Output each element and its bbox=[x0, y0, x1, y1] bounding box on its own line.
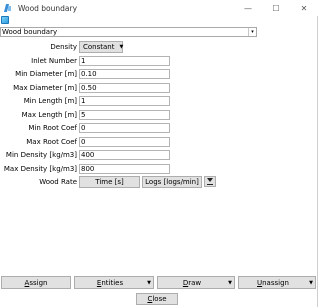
max-length-label: Max Length [m] bbox=[21, 111, 77, 119]
draw-button[interactable]: Draw ▼ bbox=[157, 276, 235, 289]
draw-label: raw bbox=[188, 278, 202, 287]
unassign-button[interactable]: Unassign ▼ bbox=[238, 276, 316, 289]
min-root-coef-label: Min Root Coef bbox=[28, 124, 77, 132]
maximize-button[interactable]: ☐ bbox=[262, 0, 290, 16]
chevron-down-icon[interactable]: ▼ bbox=[145, 280, 153, 286]
entities-label: ntities bbox=[101, 278, 124, 287]
min-density-label: Min Density [kg/m3] bbox=[5, 151, 77, 159]
boundary-selector-value: Wood boundary bbox=[2, 28, 58, 36]
minimize-button[interactable]: — bbox=[234, 0, 262, 16]
close-button[interactable]: Close bbox=[136, 293, 178, 305]
close-window-button[interactable]: ✕ bbox=[290, 0, 318, 16]
max-diameter-label: Max Diameter [m] bbox=[13, 84, 77, 92]
density-label: Density bbox=[50, 43, 77, 51]
toolbar bbox=[0, 16, 318, 25]
boundary-selector[interactable]: Wood boundary ▾ bbox=[0, 27, 257, 37]
chevron-down-icon[interactable]: ▼ bbox=[307, 280, 315, 286]
window-title: Wood boundary bbox=[18, 3, 78, 13]
max-length-input[interactable]: 5 bbox=[79, 110, 170, 120]
max-root-coef-input[interactable]: 0 bbox=[79, 137, 170, 147]
time-button[interactable]: Time [s] bbox=[79, 176, 140, 188]
min-diameter-input[interactable]: 0.10 bbox=[79, 69, 170, 79]
min-length-label: Min Length [m] bbox=[23, 97, 77, 105]
dropdown-arrow-icon[interactable]: ▾ bbox=[248, 28, 256, 36]
min-diameter-label: Min Diameter [m] bbox=[15, 70, 77, 78]
assign-button[interactable]: Assign bbox=[1, 276, 71, 289]
assign-label: ssign bbox=[29, 278, 48, 287]
inlet-number-input[interactable]: 1 bbox=[79, 56, 170, 66]
density-value: Constant bbox=[83, 43, 115, 51]
window-border bbox=[317, 16, 318, 307]
density-select[interactable]: Constant ▼ bbox=[79, 41, 123, 53]
title-bar: Wood boundary — ☐ ✕ bbox=[0, 0, 318, 16]
window-controls: — ☐ ✕ bbox=[234, 0, 318, 16]
max-diameter-input[interactable]: 0.50 bbox=[79, 83, 170, 93]
unassign-label: nassign bbox=[262, 278, 289, 287]
chevron-down-icon[interactable]: ▼ bbox=[226, 280, 234, 286]
download-button[interactable] bbox=[204, 176, 216, 187]
wood-boundary-icon[interactable] bbox=[1, 16, 9, 24]
wood-rate-label: Wood Rate bbox=[39, 178, 77, 186]
min-density-input[interactable]: 400 bbox=[79, 150, 170, 160]
inlet-number-label: Inlet Number bbox=[31, 57, 77, 65]
max-density-label: Max Density [kg/m3] bbox=[3, 165, 77, 173]
chevron-down-icon: ▼ bbox=[119, 44, 124, 50]
app-icon bbox=[4, 4, 12, 12]
close-label: lose bbox=[152, 295, 167, 303]
download-icon bbox=[207, 178, 213, 185]
min-length-input[interactable]: 1 bbox=[79, 96, 170, 106]
max-density-input[interactable]: 800 bbox=[79, 164, 170, 174]
min-root-coef-input[interactable]: 0 bbox=[79, 123, 170, 133]
logs-button[interactable]: Logs [logs/min] bbox=[142, 176, 202, 188]
max-root-coef-label: Max Root Coef bbox=[26, 138, 77, 146]
entities-button[interactable]: Entities ▼ bbox=[74, 276, 154, 289]
